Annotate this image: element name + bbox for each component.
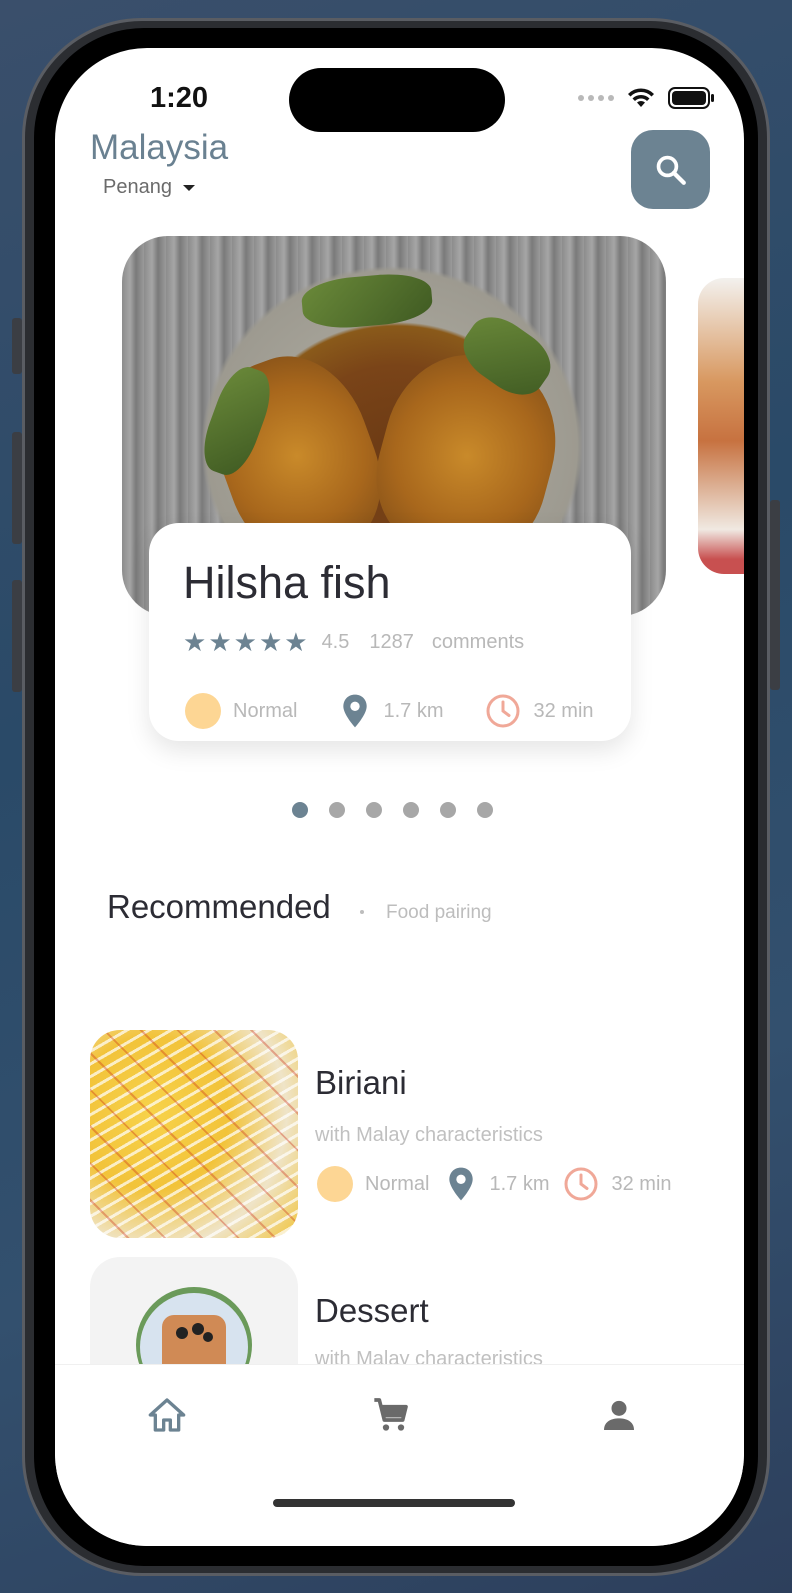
chevron-down-icon [182, 184, 195, 191]
section-subtitle[interactable]: Food pairing [386, 902, 492, 924]
cellular-signal-icon [578, 95, 614, 101]
carousel-pager[interactable] [292, 802, 493, 818]
search-button[interactable] [631, 130, 710, 209]
star-icon: ★ [284, 627, 308, 657]
location-pin-icon [449, 1167, 474, 1201]
battery-icon [668, 87, 714, 109]
country-title: Malaysia [90, 128, 229, 167]
rating-row: ★ ★ ★ ★ ★ 4.5 1287 comments [183, 629, 524, 655]
biriani-image[interactable] [90, 1030, 298, 1238]
city-selector[interactable]: Penang [103, 176, 196, 199]
spice-level: Normal [233, 699, 298, 722]
section-title: Recommended [107, 888, 331, 925]
rating-value: 4.5 [321, 630, 350, 653]
spice-level: Normal [365, 1172, 430, 1195]
list-item-title[interactable]: Dessert [315, 1292, 429, 1330]
status-time: 1:20 [150, 82, 209, 114]
star-icon: ★ [258, 627, 283, 657]
pager-dot[interactable] [366, 802, 382, 818]
star-icon: ★ [233, 627, 257, 657]
nav-cart[interactable] [371, 1395, 411, 1435]
spice-level-icon [317, 1166, 353, 1202]
star-icon: ★ [183, 627, 207, 657]
star-icon: ★ [208, 627, 232, 657]
person-icon [604, 1400, 634, 1430]
list-item-subtitle: with Malay characteristics [315, 1124, 543, 1146]
location-pin-icon [343, 694, 368, 728]
cart-icon [374, 1398, 408, 1431]
prep-time: 32 min [533, 699, 594, 722]
prep-time: 32 min [611, 1172, 672, 1195]
spice-level-icon [185, 693, 221, 729]
phone-side-button [12, 432, 22, 544]
nav-profile[interactable] [599, 1395, 639, 1435]
nav-home[interactable] [147, 1395, 187, 1435]
next-featured-card[interactable] [698, 278, 744, 574]
home-indicator[interactable] [273, 1499, 515, 1507]
list-item-title[interactable]: Biriani [315, 1064, 407, 1102]
status-icons [578, 86, 716, 110]
pager-dot[interactable] [292, 802, 308, 818]
pager-dot[interactable] [477, 802, 493, 818]
clock-icon [486, 694, 520, 728]
featured-title: Hilsha fish [183, 557, 391, 608]
city-label: Penang [103, 176, 172, 198]
comments-label: comments [431, 630, 525, 653]
app-screen: 1:20 Malaysia Penang Hilsha fish ★ ★ ★ ★… [55, 48, 744, 1546]
distance: 1.7 km [383, 699, 444, 722]
bottom-navigation [55, 1364, 744, 1546]
list-item-meta: Normal 1.7 km 32 min [317, 1166, 672, 1202]
clock-icon [564, 1167, 598, 1201]
section-separator [360, 910, 364, 914]
distance: 1.7 km [489, 1172, 550, 1195]
phone-side-button [12, 580, 22, 692]
phone-side-button [770, 500, 780, 690]
wifi-icon [628, 88, 654, 107]
pager-dot[interactable] [403, 802, 419, 818]
dynamic-island [289, 68, 505, 132]
featured-info-card[interactable]: Hilsha fish ★ ★ ★ ★ ★ 4.5 1287 comments … [149, 523, 631, 741]
search-icon [656, 155, 686, 185]
phone-side-button [12, 318, 22, 374]
featured-meta: Normal 1.7 km 32 min [185, 693, 594, 729]
home-icon [148, 1398, 186, 1432]
star-rating: ★ ★ ★ ★ ★ [183, 629, 308, 655]
comment-count: 1287 [369, 630, 414, 653]
pager-dot[interactable] [329, 802, 345, 818]
pager-dot[interactable] [440, 802, 456, 818]
